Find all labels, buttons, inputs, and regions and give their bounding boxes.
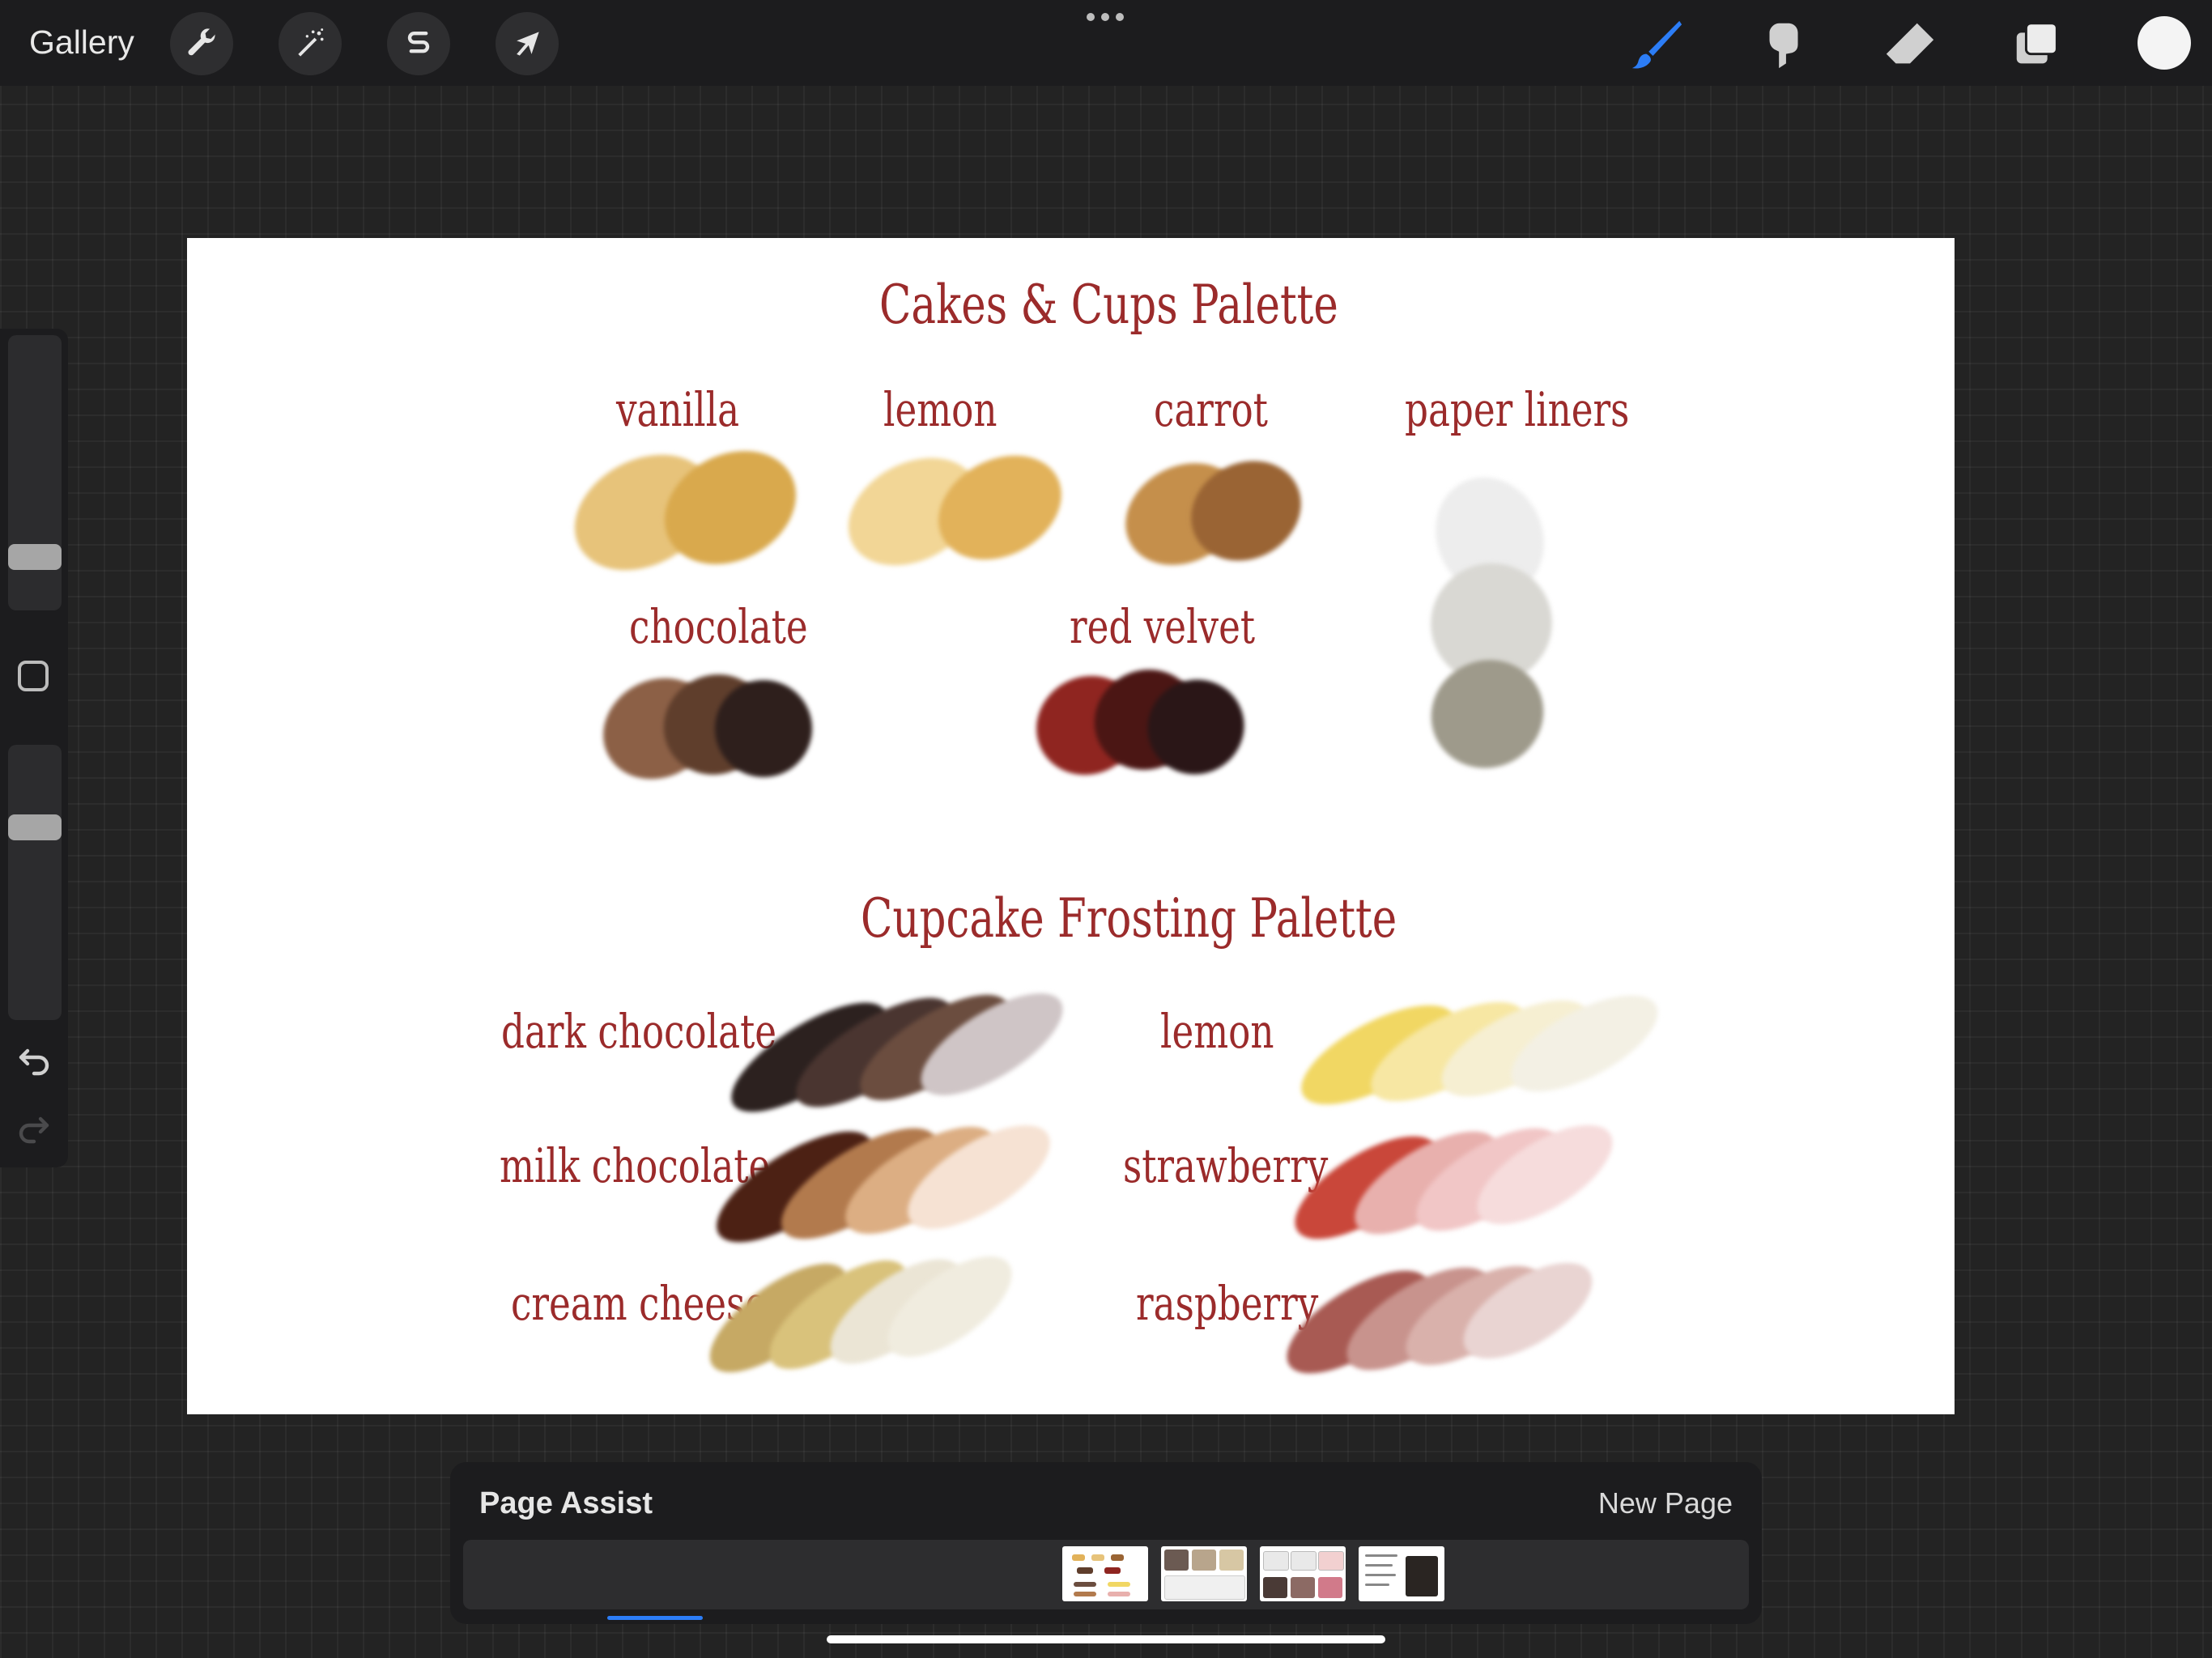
undo-icon[interactable] [15, 1039, 53, 1078]
label-dark-chocolate: dark chocolate [501, 1004, 777, 1059]
color-picker-button[interactable] [2138, 16, 2191, 70]
brush-opacity-slider[interactable] [8, 745, 62, 1020]
brush-size-slider-thumb[interactable] [8, 544, 62, 570]
layers-icon[interactable] [2005, 11, 2071, 78]
label-paper-liners: paper liners [1405, 382, 1630, 437]
page-thumbnail-3[interactable] [1260, 1546, 1346, 1601]
page-thumbnail-1[interactable] [1062, 1546, 1148, 1601]
new-page-button[interactable]: New Page [1598, 1486, 1733, 1520]
frosting-palette-title: Cupcake Frosting Palette [861, 887, 1397, 950]
page-assist-title: Page Assist [479, 1486, 653, 1520]
label-lemon-cake: lemon [883, 382, 998, 437]
home-indicator[interactable] [827, 1635, 1385, 1643]
page-thumbnail-4[interactable] [1359, 1546, 1444, 1601]
left-sidebar [0, 329, 68, 1167]
selected-page-indicator [607, 1616, 703, 1620]
brush-icon[interactable] [1623, 11, 1689, 78]
actions-wrench-icon[interactable] [170, 12, 233, 75]
label-carrot: carrot [1154, 382, 1268, 437]
cakes-palette-title: Cakes & Cups Palette [879, 274, 1338, 336]
drawing-canvas[interactable]: Cakes & Cups Palette vanilla lemon carro… [187, 238, 1955, 1414]
more-options-dots-icon[interactable] [1087, 13, 1124, 21]
label-raspberry: raspberry [1136, 1276, 1319, 1331]
label-lemon-frosting: lemon [1160, 1004, 1274, 1059]
label-milk-chocolate: milk chocolate [500, 1138, 771, 1193]
label-red-velvet: red velvet [1070, 599, 1256, 654]
eraser-icon[interactable] [1877, 11, 1943, 78]
label-chocolate: chocolate [629, 599, 808, 654]
brush-opacity-slider-thumb[interactable] [8, 814, 62, 840]
adjustments-magic-wand-icon[interactable] [279, 12, 342, 75]
label-strawberry: strawberry [1123, 1138, 1329, 1193]
smudge-icon[interactable] [1750, 11, 1817, 78]
selection-s-icon[interactable] [387, 12, 450, 75]
page-assist-panel: Page Assist New Page [450, 1462, 1762, 1624]
redo-icon[interactable] [15, 1107, 53, 1146]
top-toolbar: Gallery [0, 0, 2212, 86]
modify-button[interactable] [18, 661, 49, 691]
gallery-button[interactable]: Gallery [29, 18, 134, 66]
label-vanilla: vanilla [616, 382, 740, 437]
transform-arrow-icon[interactable] [496, 12, 559, 75]
page-thumbnail-2[interactable] [1161, 1546, 1247, 1601]
